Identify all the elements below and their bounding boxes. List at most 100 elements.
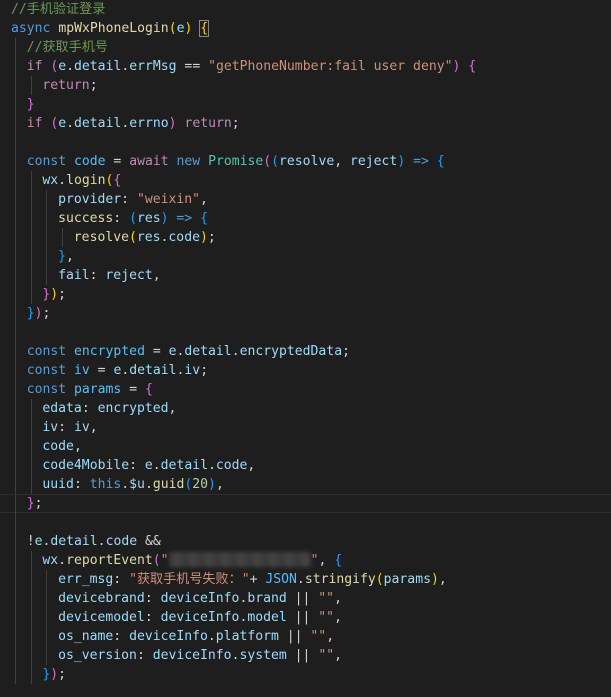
code-token: (: [152, 553, 161, 568]
code-line[interactable]: [0, 513, 611, 532]
code-line[interactable]: devicebrand: deviceInfo.brand || "",: [0, 589, 611, 608]
code-token: e: [144, 458, 153, 473]
code-line[interactable]: err_msg: "获取手机号失败："+ JSON.stringify(para…: [0, 570, 611, 589]
code-line[interactable]: resolve(res.code);: [0, 228, 611, 247]
code-token: ,: [334, 610, 342, 625]
code-line[interactable]: //获取手机号: [0, 38, 611, 57]
indent-guide: [15, 570, 16, 589]
code-line[interactable]: });: [0, 285, 611, 304]
code-token: ||: [286, 610, 319, 625]
code-line[interactable]: code,: [0, 437, 611, 456]
code-line[interactable]: os_name: deviceInfo.platform || "",: [0, 627, 611, 646]
code-token: =: [144, 344, 169, 359]
code-line[interactable]: if (e.detail.errMsg == "getPhoneNumber:f…: [0, 57, 611, 76]
code-token: system: [239, 648, 287, 663]
code-line-content: [11, 325, 27, 340]
indent-guide: [30, 418, 32, 437]
code-token: await: [129, 154, 169, 169]
code-line[interactable]: const params = {: [0, 380, 611, 399]
code-token: ,: [318, 553, 335, 568]
indent-guide: [30, 646, 32, 665]
code-token: const: [26, 363, 67, 378]
code-token: iv: [42, 420, 59, 435]
code-token: ): [50, 667, 59, 682]
code-line[interactable]: fail: reject,: [0, 266, 611, 285]
code-line[interactable]: }: [0, 95, 611, 114]
indent-guide: [15, 589, 16, 608]
indent-guide: [15, 133, 16, 152]
code-line[interactable]: async mpWxPhoneLogin(e) {: [0, 19, 611, 38]
code-token: ): [208, 477, 216, 492]
code-token: $u: [129, 477, 145, 492]
code-line-content: uuid: this.$u.guid(20),: [11, 477, 223, 492]
code-token: stringify: [304, 572, 376, 587]
code-line[interactable]: uuid: this.$u.guid(20),: [0, 475, 611, 494]
code-token: ,: [152, 268, 161, 283]
code-token: guid: [152, 477, 185, 492]
code-line[interactable]: const code = await new Promise((resolve,…: [0, 152, 611, 171]
code-line-content: code,: [11, 439, 81, 454]
code-line-content: const params = {: [11, 382, 153, 397]
code-line[interactable]: },: [0, 247, 611, 266]
code-line[interactable]: success: (res) => {: [0, 209, 611, 228]
code-token: =: [121, 382, 145, 397]
indent-guide: [15, 228, 16, 247]
code-token: mpWxPhoneLogin: [58, 21, 169, 36]
code-line[interactable]: wx.login({: [0, 171, 611, 190]
code-line-content: !e.detail.code &&: [11, 534, 161, 549]
code-line-content: const encrypted = e.detail.encryptedData…: [11, 344, 350, 359]
indent-guide: [30, 399, 32, 418]
code-token: =: [105, 154, 130, 169]
code-line-content: fail: reject,: [11, 268, 161, 283]
code-editor[interactable]: //手机验证登录 async mpWxPhoneLogin(e) {//获取手机号…: [0, 0, 611, 697]
code-line[interactable]: if (e.detail.errno) return;: [0, 114, 611, 133]
code-token: {: [334, 553, 343, 568]
code-token: return: [42, 78, 90, 93]
code-token: "": [318, 610, 335, 625]
code-token: .: [207, 629, 216, 644]
code-line[interactable]: iv: iv,: [0, 418, 611, 437]
code-line[interactable]: });: [0, 304, 611, 323]
code-token: (: [128, 230, 137, 245]
code-token: "": [318, 648, 335, 663]
code-line[interactable]: os_version: deviceInfo.system || "",: [0, 646, 611, 665]
code-line[interactable]: wx.reportEvent(" ", {: [0, 551, 611, 570]
indent-guide: [15, 190, 16, 209]
code-token: async: [11, 21, 51, 36]
code-token: {: [436, 154, 445, 169]
code-line[interactable]: };: [0, 494, 611, 514]
indent-guide: [30, 285, 32, 304]
indent-guide: [15, 399, 16, 418]
indent-guide: [46, 209, 48, 228]
code-line[interactable]: provider: "weixin",: [0, 190, 611, 209]
code-token: login: [66, 173, 106, 188]
code-token: ,: [65, 249, 74, 264]
indent-guide: [46, 608, 48, 627]
code-line[interactable]: const iv = e.detail.iv;: [0, 361, 611, 380]
code-token: uuid: [42, 477, 74, 492]
code-line[interactable]: code4Mobile: e.detail.code,: [0, 456, 611, 475]
code-token: :: [113, 211, 130, 226]
code-token: detail: [74, 59, 122, 74]
code-line[interactable]: [0, 133, 611, 152]
code-line-content: if (e.detail.errMsg == "getPhoneNumber:f…: [11, 59, 476, 74]
code-token: const: [26, 344, 67, 359]
code-line[interactable]: const encrypted = e.detail.encryptedData…: [0, 342, 611, 361]
code-line[interactable]: [0, 323, 611, 342]
code-line[interactable]: });: [0, 665, 611, 684]
code-token: edata: [42, 401, 82, 416]
code-token: e: [58, 59, 67, 74]
indent-guide: [30, 627, 32, 646]
code-token: !: [26, 534, 35, 549]
indent-guide: [15, 646, 16, 665]
code-token: ||: [286, 591, 319, 606]
code-line[interactable]: !e.detail.code &&: [0, 532, 611, 551]
code-token: .: [66, 116, 75, 131]
indent-guide: [30, 665, 32, 684]
code-line[interactable]: return;: [0, 76, 611, 95]
code-line[interactable]: devicemodel: deviceInfo.model || "",: [0, 608, 611, 627]
code-line[interactable]: edata: encrypted,: [0, 399, 611, 418]
code-line[interactable]: //手机验证登录: [0, 0, 611, 19]
